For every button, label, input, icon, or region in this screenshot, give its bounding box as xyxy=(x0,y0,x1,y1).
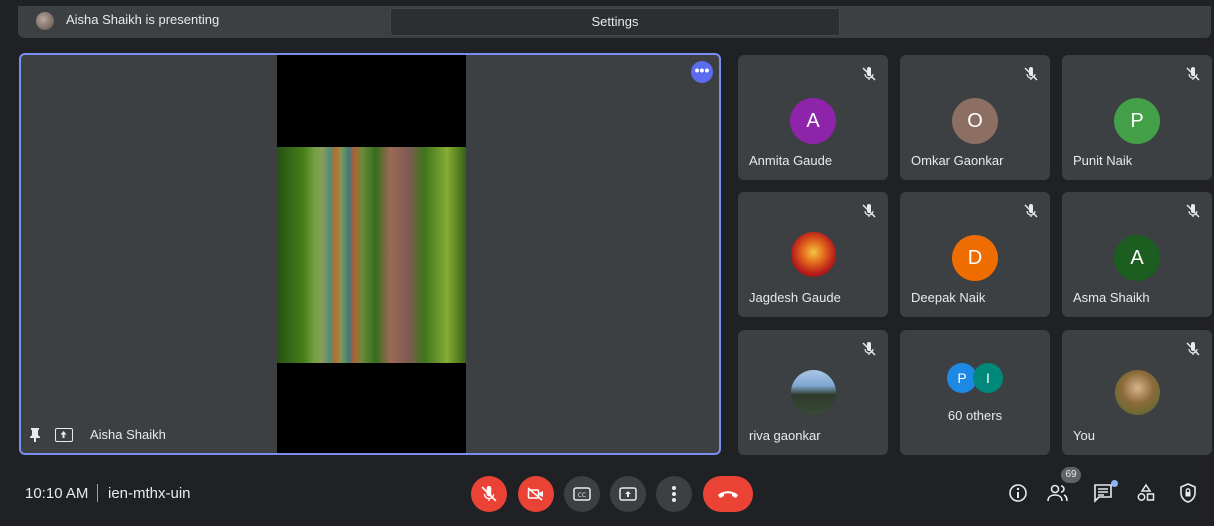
meeting-details-button[interactable] xyxy=(1006,481,1030,505)
captions-button[interactable]: CC xyxy=(564,476,600,512)
participant-name: Anmita Gaude xyxy=(749,153,833,168)
mic-off-icon xyxy=(1186,67,1200,81)
settings-button[interactable]: Settings xyxy=(390,8,840,36)
participant-avatar: A xyxy=(1114,235,1160,281)
participant-name: Jagdesh Gaude xyxy=(749,290,841,305)
divider xyxy=(97,484,98,502)
participant-name: You xyxy=(1073,428,1095,443)
activities-button[interactable] xyxy=(1134,481,1158,505)
participant-tile[interactable]: D Deepak Naik xyxy=(900,192,1050,317)
present-now-button[interactable] xyxy=(610,476,646,512)
control-bar: 10:10 AM ien-mthx-uin CC xyxy=(0,468,1214,518)
chat-icon xyxy=(1094,484,1112,503)
presentation-tile: ••• Aisha Shaikh xyxy=(19,53,721,455)
participant-avatar: A xyxy=(790,98,836,144)
leave-call-button[interactable] xyxy=(703,476,753,512)
chat-notification-dot xyxy=(1111,480,1118,487)
participant-tile[interactable]: A Anmita Gaude xyxy=(738,55,888,180)
participant-tile[interactable]: riva gaonkar xyxy=(738,330,888,455)
more-options-menu-button[interactable] xyxy=(656,476,692,512)
clock: 10:10 AM xyxy=(25,485,89,502)
meeting-code: ien-mthx-uin xyxy=(108,485,191,502)
presenter-name: Aisha Shaikh xyxy=(90,427,166,442)
mic-off-icon xyxy=(1024,67,1038,81)
participant-name: Asma Shaikh xyxy=(1073,290,1150,305)
mic-off-icon xyxy=(862,342,876,356)
pin-icon[interactable] xyxy=(29,428,41,442)
participant-name: riva gaonkar xyxy=(749,428,821,443)
mic-toggle-button[interactable] xyxy=(471,476,507,512)
participant-tile[interactable]: O Omkar Gaonkar xyxy=(900,55,1050,180)
others-avatar: I xyxy=(973,363,1003,393)
self-photo-avatar xyxy=(1115,370,1160,415)
shared-image xyxy=(277,147,466,363)
host-controls-button[interactable] xyxy=(1176,481,1200,505)
participant-photo-avatar xyxy=(791,370,836,415)
activities-icon xyxy=(1137,483,1155,501)
more-options-button[interactable]: ••• xyxy=(691,61,713,83)
more-vert-icon xyxy=(672,486,676,502)
participant-tile[interactable]: Jagdesh Gaude xyxy=(738,192,888,317)
presenting-banner: Aisha Shaikh is presenting Settings xyxy=(18,6,1211,38)
shield-lock-icon xyxy=(1180,483,1196,503)
participant-tile-self[interactable]: You xyxy=(1062,330,1212,455)
mic-off-icon xyxy=(1186,204,1200,218)
participant-name: Omkar Gaonkar xyxy=(911,153,1004,168)
captions-icon: CC xyxy=(573,487,591,501)
people-count-badge: 69 xyxy=(1061,467,1081,483)
others-tile[interactable]: P I 60 others xyxy=(900,330,1050,455)
info-icon xyxy=(1009,484,1027,502)
people-icon xyxy=(1047,484,1068,502)
presenting-text: Aisha Shaikh is presenting xyxy=(66,12,220,27)
present-screen-icon xyxy=(55,428,73,442)
presenter-avatar xyxy=(36,12,54,30)
call-end-icon xyxy=(718,491,738,498)
participant-name: Deepak Naik xyxy=(911,290,986,305)
mic-off-icon xyxy=(1024,204,1038,218)
participant-photo-avatar xyxy=(791,232,836,277)
participant-tile[interactable]: P Punit Naik xyxy=(1062,55,1212,180)
mic-off-icon xyxy=(862,67,876,81)
mic-off-icon xyxy=(1186,342,1200,356)
mic-off-icon xyxy=(862,204,876,218)
svg-text:CC: CC xyxy=(578,492,586,499)
participant-tile[interactable]: A Asma Shaikh xyxy=(1062,192,1212,317)
participant-avatar: D xyxy=(952,235,998,281)
participant-avatar: P xyxy=(1114,98,1160,144)
mic-off-icon xyxy=(481,486,497,502)
participant-name: Punit Naik xyxy=(1073,153,1133,168)
camera-off-icon xyxy=(527,487,543,501)
present-icon xyxy=(619,487,637,501)
people-button[interactable] xyxy=(1046,481,1070,505)
others-count: 60 others xyxy=(947,408,1003,423)
camera-toggle-button[interactable] xyxy=(518,476,554,512)
participant-avatar: O xyxy=(952,98,998,144)
